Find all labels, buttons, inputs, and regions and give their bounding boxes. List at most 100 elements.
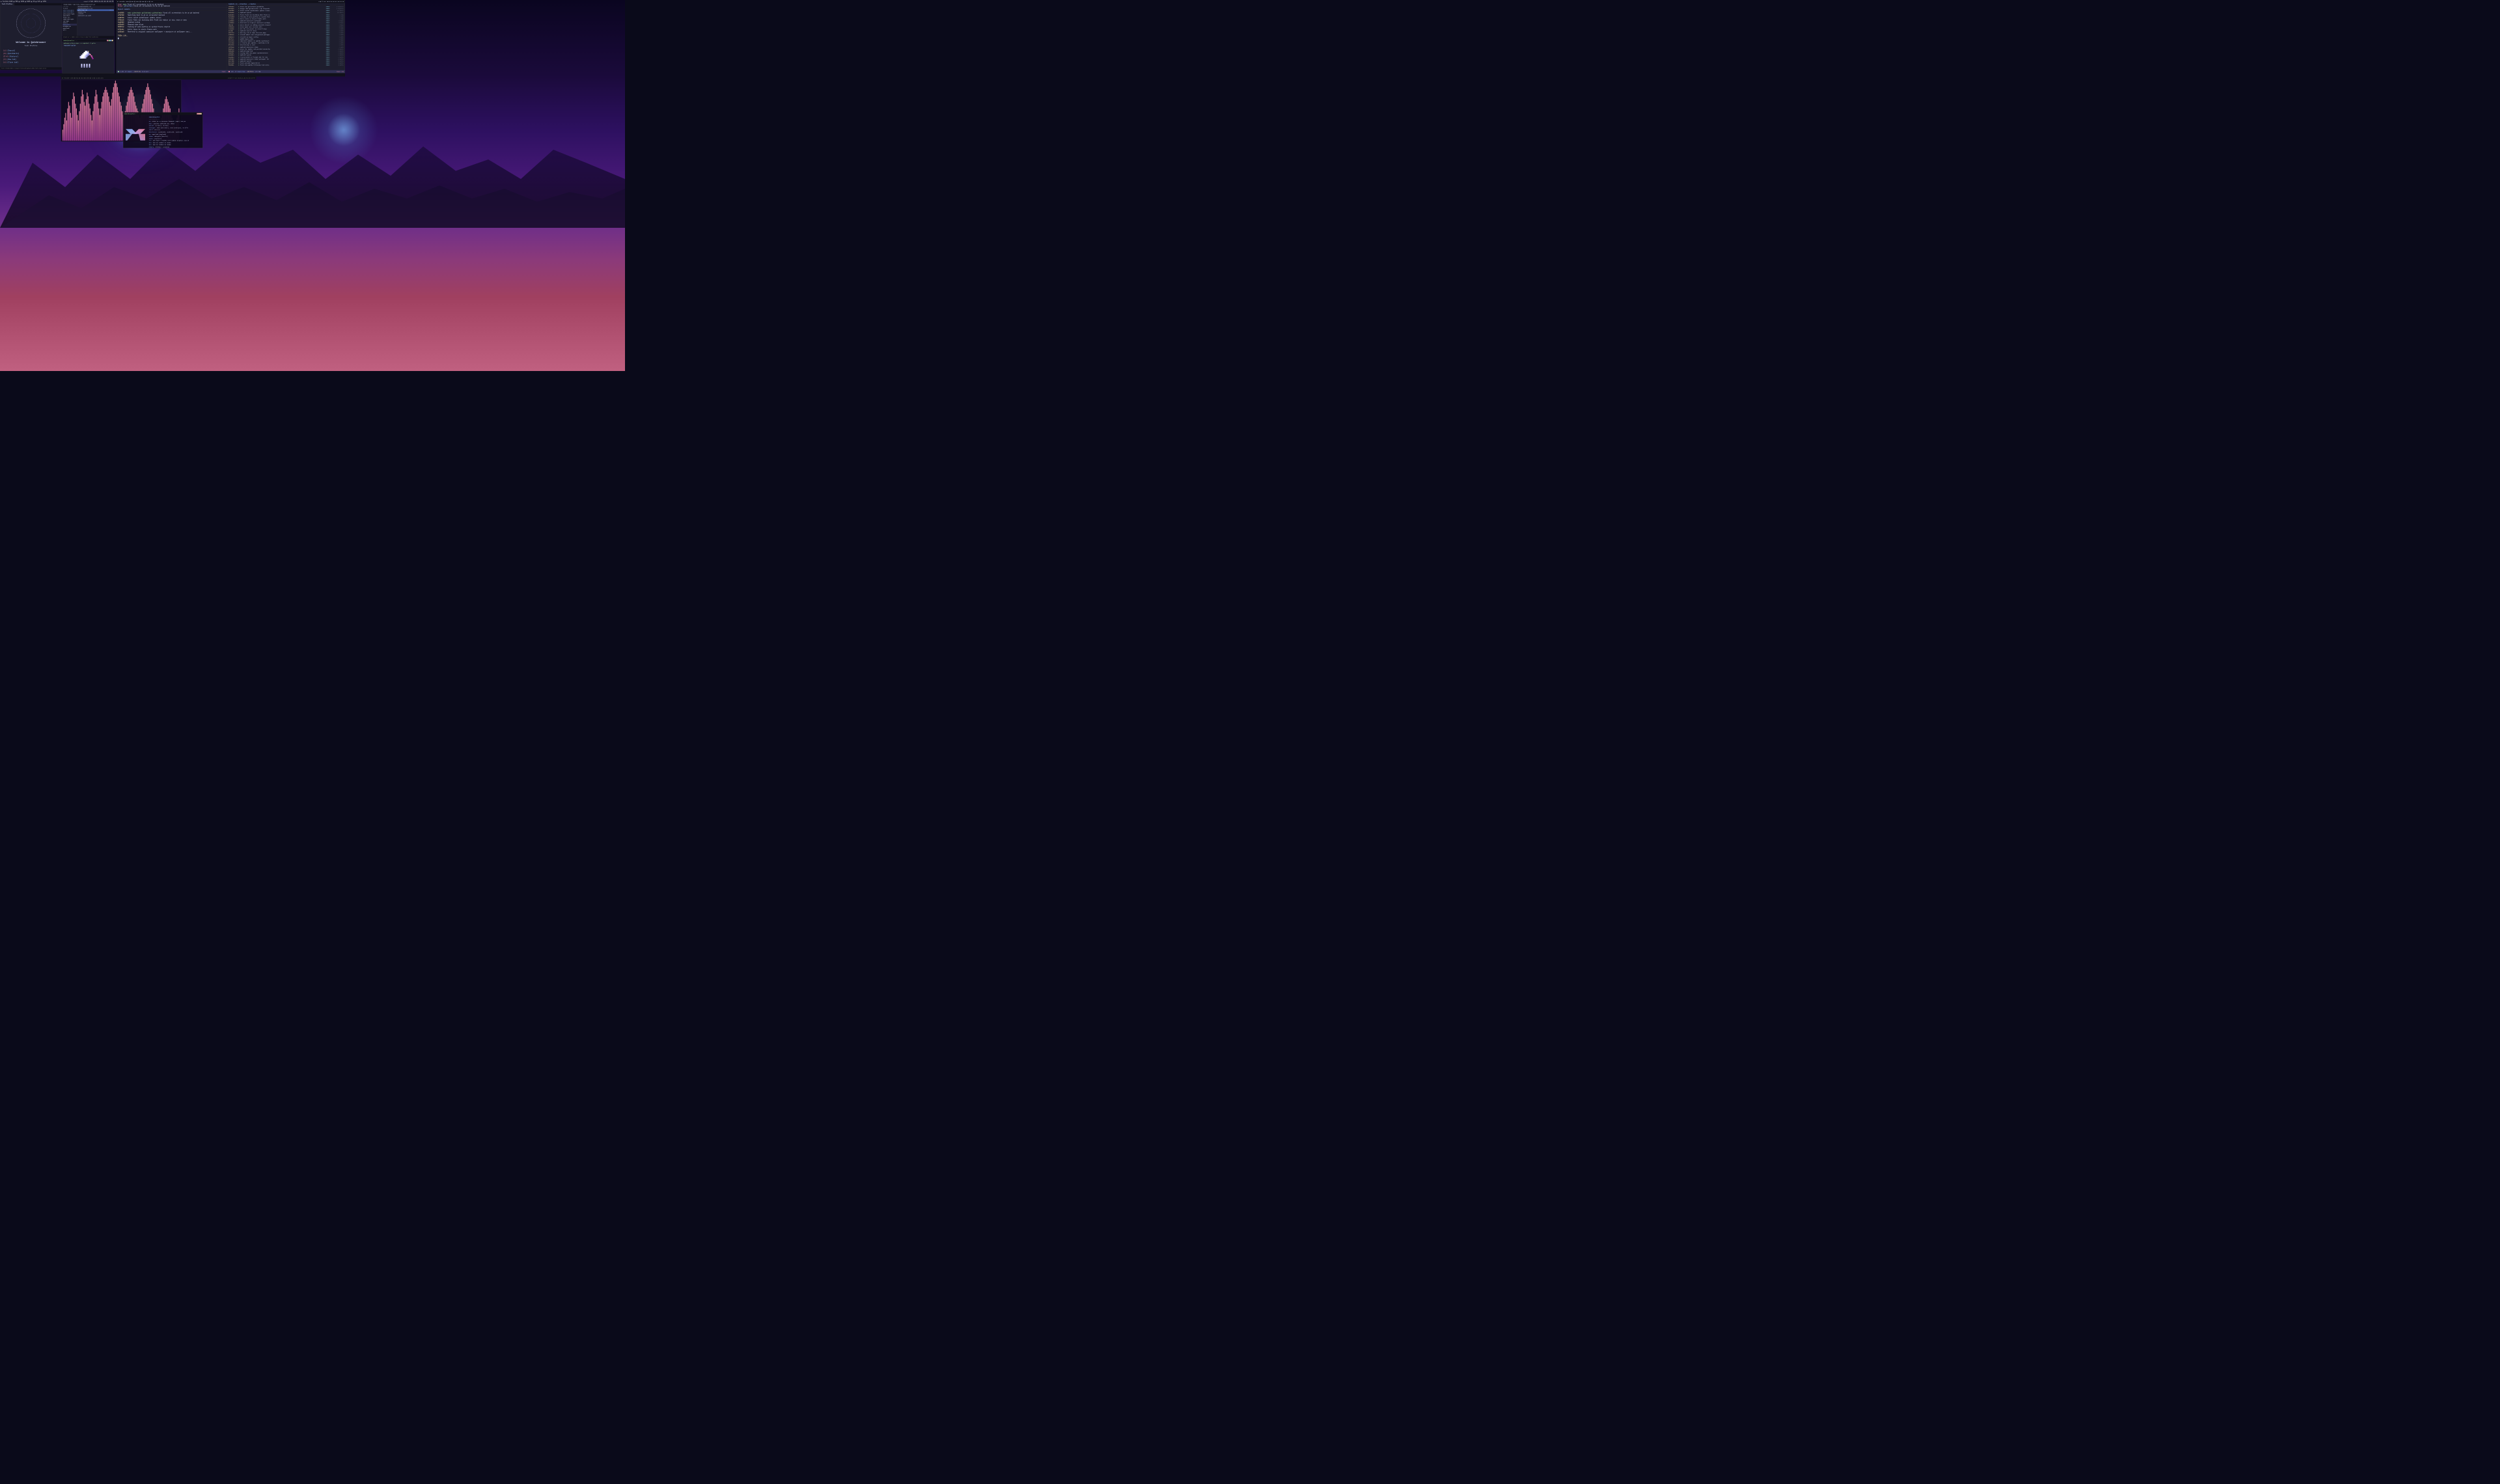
pokemon-title-path: ~ <box>76 40 77 41</box>
moon-inner <box>21 14 41 33</box>
key-history: [S h] <box>3 56 8 58</box>
neofetch-logo-area <box>123 115 148 148</box>
fm-path: /home/emmet/.dotfiles/themes/uwunicorn-y… <box>63 4 95 5</box>
label-quickmarks: [Quickmarks] <box>7 53 19 55</box>
bottom-tb-ws: 100% ▣ 59% ▣ 104% ▣ 100% ▣ 1% ▣ 11% ▣ 11… <box>70 77 103 79</box>
fm-file-size-polarity: 528 B <box>109 10 113 11</box>
label-search: [Search] <box>7 50 15 52</box>
git-log-bullet-29: ● <box>238 64 239 66</box>
key-quickmarks: [b] <box>3 53 7 55</box>
key-closetab: [x] <box>3 62 7 64</box>
pokemon-command: pokemon-colorscripts -n rapidash -f gala… <box>64 42 96 44</box>
git-log-author-29: Emmet <box>326 64 333 66</box>
git-log-msg-29: Fixes org agenda following roam conta <box>240 64 325 66</box>
qute-welcome-subtitle: Tech Profile <box>25 45 38 47</box>
git-log-mode: Magit Log <box>337 71 344 72</box>
neofetch-res-key: Resolution: <box>149 131 158 133</box>
git-log-list: 4fb8338● Fixes the gitea/main github/maE… <box>227 6 345 70</box>
bottom-tb-time: Sat 2023-11-04 02:13:20 PM <box>234 77 255 79</box>
moon-center <box>26 18 36 28</box>
taskbar-time-right: Sat 2023-11-04 02:13:20 PM <box>324 1 344 2</box>
git-status-dot-pink <box>229 71 230 72</box>
label-newtab: [New tab] <box>7 59 16 61</box>
pokemon-title-sep: : <box>75 40 76 41</box>
pokemon-sprite-svg <box>76 49 102 70</box>
git-cursor <box>117 37 227 40</box>
bottom-tb-icon: ▶ <box>62 77 63 79</box>
pokemon-color-bars <box>107 40 113 41</box>
fm-file-name-yaml: uwunicorn-yt.yaml <box>78 15 91 16</box>
monitor-divider-top <box>115 0 117 77</box>
neofetch-info-area: emmet@snowfire -------------- OS: NixOS … <box>148 115 203 148</box>
git-recent-label: Recent commits <box>118 8 130 10</box>
pokemon-sprite-area <box>62 46 115 73</box>
git-log-magit-label: magit-log: <box>238 71 245 72</box>
taskbar-time-left: Sat 2023-11-04 02:13:20 PM <box>90 1 113 3</box>
git-log-branch-indicator: ⎇ <box>235 71 236 73</box>
git-main-body: Head: main Fixed all screenshots to be o… <box>117 3 345 74</box>
fm-sidebar-item-yoru[interactable]: yoru <box>62 29 77 31</box>
git-mode-magit: Magit <box>222 71 226 72</box>
git-todos-text: TODOs (14)_ <box>118 35 128 37</box>
qute-content-area: Welcome to Qutebrowser Tech Profile [o] … <box>0 5 62 67</box>
git-status-magit-label: magit: <box>128 71 132 72</box>
git-head-info: Head: main Fixed all screenshots to be o… <box>117 3 227 8</box>
bar-yellow <box>112 40 113 41</box>
mountain-svg <box>0 130 625 228</box>
git-log-position: 1:0 Top <box>255 71 260 72</box>
key-newtab: [t] <box>3 59 7 61</box>
file-manager-panel: /home/emmet/.dotfiles/themes/uwunicorn-y… <box>62 3 115 39</box>
hyprland-logo-svg <box>125 121 146 143</box>
qute-statusbar: file:///home/emmet/.browser/Tech/config/… <box>0 67 62 70</box>
git-log-title: Commits in --branches --remotes <box>229 3 256 5</box>
taskbar-app-right: Youtube <box>119 1 124 2</box>
neofetch-mem-line: Memory: 7078MiB / 62316MiB <box>149 146 202 148</box>
bottom-tb-icons: ◈ ◉ ⊡ ≡ <box>228 77 233 79</box>
fm-file-list: background256.txt background-url1.txt po… <box>77 6 114 36</box>
bottom-section-taskbar: ▶ Youtube 100% ▣ 59% ▣ 104% ▣ 100% ▣ 1% … <box>61 77 257 80</box>
bottom-tb-app: Youtube <box>64 77 69 79</box>
neofetch-pkgs-val: 1383 (nix-user), 2782 (nix-sys), 23 (fla <box>157 127 188 128</box>
label-history: [History] <box>9 56 18 58</box>
git-branch-count: 1.8k <box>120 71 124 72</box>
neofetch-body: emmet@snowfire -------------- OS: NixOS … <box>123 115 202 148</box>
git-log-time-29: 3 weeks <box>334 64 344 66</box>
git-panel: ▶ Youtube 100% ▣ 50% ▣ 104% ▣ 100% ▣ 1% … <box>117 0 345 74</box>
file-manager-body: ald-hope f-lock solarized-dark solarized… <box>62 6 115 36</box>
qute-welcome-title: Welcome to Qutebrowser <box>16 41 46 44</box>
git-log-hash-29: fd13561 <box>229 64 238 66</box>
neofetch-res-val: 1920x1080, 1920x1200, 1920x1100 <box>158 131 182 133</box>
git-status-branch-label: ⎇ <box>125 71 126 73</box>
git-merge-branch: gitea/main <box>124 5 133 7</box>
qute-moon-decoration <box>16 8 46 38</box>
git-log-count: 11k <box>231 71 234 72</box>
taskbar-ws-right: 100% ▣ 50% ▣ 104% ▣ 100% ▣ 1% ▣ 11% <box>126 1 153 3</box>
git-commit-dee0888: dee0888 main gitea/main gitlab/main gith… <box>117 11 227 33</box>
git-log-row-29: fd13561● Fixes org agenda following roam… <box>227 64 345 66</box>
fm-statusbar: drawer-sr 1 emmet users 5 524 B 1596 fre… <box>62 36 115 38</box>
taskbar-icons-right: ◈ ◉ ⊡ <box>319 1 323 3</box>
git-merge-key: Merge: <box>118 5 124 7</box>
neofetch-mem-key: Memory: <box>149 146 154 148</box>
fm-sidebar: ald-hope f-lock solarized-dark solarized… <box>62 6 77 36</box>
git-merge-msg: Fixed all screenshots to be on gh backen… <box>133 5 169 7</box>
pokemon-title-user: emmet@snowfire <box>63 40 74 41</box>
git-log-pane: Commits in --branches --remotes 4fb8338●… <box>227 3 345 74</box>
git-status-repo: .dotfiles <box>133 71 141 72</box>
neofetch-panel: emmet@snowfire : ~ <box>123 113 203 148</box>
git-log-repo: .dotfiles <box>247 71 254 72</box>
git-status-position: 32:0 All <box>142 71 148 72</box>
neofetch-title-user: emmet@snowfire <box>124 113 135 115</box>
qute-keybinds-list: [o] [Search] [b] [Quickmarks] [S h] [His… <box>3 49 59 64</box>
git-log-entries: 4fb8338● Fixes the gitea/main github/maE… <box>227 6 345 66</box>
tab-label-tech: Tech Profile <box>2 3 12 5</box>
git-merge-line: Merge: gitea/main Fixed all screenshots … <box>118 5 226 7</box>
fm-file-yaml[interactable]: uwunicorn-yt.yaml <box>77 15 114 17</box>
qute-status-text: file:///home/emmet/.browser/Tech/config/… <box>1 68 46 69</box>
git-status-dot-green <box>118 71 119 72</box>
neofetch-color-indicator <box>197 113 202 115</box>
keybind-closetab: [x] [Close tab] <box>3 61 59 64</box>
pokemon-terminal-panel: emmet@snowfire : ~ pokemon-colorscripts … <box>62 39 115 74</box>
git-recent-commits: dee0888 main gitea/main gitlab/main gith… <box>117 11 227 70</box>
qutebrowser-panel: ▶ Youtube 100% ▣ 59% ▣ 104% ▣ 100% ▣ 1% … <box>0 0 62 70</box>
